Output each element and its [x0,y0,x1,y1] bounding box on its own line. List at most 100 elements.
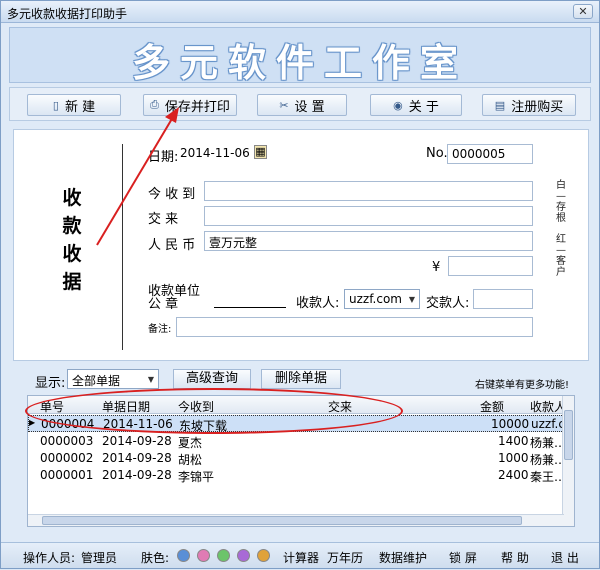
col-amount[interactable]: 金额 [480,398,504,415]
cell-date: 2014-09-28 [102,468,172,482]
remark-field[interactable] [176,317,533,337]
show-select[interactable]: 全部单据 ▼ [67,369,159,389]
show-value: 全部单据 [72,374,121,388]
side-note-white: 白—存根 [556,180,566,224]
vertical-scrollbar[interactable] [562,396,574,526]
cell-amount: 1400 [498,434,529,448]
payee-value: uzzf.com [349,292,402,306]
no-field[interactable]: 0000005 [447,144,533,164]
cell-date: 2014-09-28 [102,451,172,465]
register-icon: ▤ [494,98,506,112]
payee-select[interactable]: uzzf.com ▼ [344,289,420,309]
about-button[interactable]: ◉ 关 于 [370,94,462,116]
lock-screen-link[interactable]: 锁 屏 [449,549,477,566]
register-label: 注册购买 [511,99,564,115]
title-char-1: 收 [62,187,82,209]
yen-field[interactable] [448,256,533,276]
delete-button[interactable]: 删除单据 [261,369,341,389]
banner: 多元软件工作室 [9,27,591,85]
chevron-down-icon: ▼ [147,375,154,384]
window-title: 多元收款收据打印助手 [7,7,128,21]
calendar-link[interactable]: 万年历 [327,549,363,566]
context-menu-hint: 右键菜单有更多功能! [475,380,570,391]
settings-label: 设 置 [294,99,325,115]
skin-color-pink[interactable] [197,549,210,562]
tools-icon: ✂ [279,98,289,112]
cell-amount: 1000 [498,451,529,465]
cell-from: 李锦平 [178,470,215,484]
new-button[interactable]: ▯ 新 建 [27,94,121,116]
cell-payee: 秦王… [530,470,564,484]
receipt-vertical-title: 收 款 收 据 [52,184,92,296]
cell-payee: uzzf.c [531,417,565,431]
payer-label: 交款人: [426,296,470,311]
banner-title: 多元软件工作室 [131,40,468,85]
pay-for-field[interactable] [204,206,533,226]
data-maintenance-link[interactable]: 数据维护 [379,549,427,566]
highlight-ellipse [25,388,403,434]
close-button[interactable]: ✕ [573,4,593,19]
cell-payee: 杨兼… [530,453,564,467]
horizontal-scrollbar[interactable] [28,514,564,526]
register-button[interactable]: ▤ 注册购买 [482,94,576,116]
horizontal-scroll-thumb[interactable] [42,516,522,525]
main-window: 多元收款收据打印助手 ✕ 多元软件工作室 ▯ 新 建 ⎙ 保存并打印 ✂ 设 置… [0,0,600,569]
help-link[interactable]: 帮 助 [501,549,529,566]
skin-color-blue[interactable] [177,549,190,562]
yen-label: ¥ [432,260,441,275]
cell-from: 夏杰 [178,436,203,450]
rmb-value: 壹万元整 [209,236,258,250]
receive-from-field[interactable] [204,181,533,201]
advanced-search-button[interactable]: 高级查询 [173,369,251,389]
payer-field[interactable] [473,289,533,309]
table-row[interactable]: 0000002 2014-09-28 胡松 1000 杨兼… [28,450,564,467]
status-bar: 操作人员: 管理员 肤色: 计算器 万年历 数据维护 锁 屏 帮 助 退 出 [1,542,599,568]
cell-from: 胡松 [178,453,203,467]
new-button-label: 新 建 [64,99,96,115]
new-document-icon: ▯ [52,98,59,112]
remark-label: 备注: [148,324,172,335]
table-row[interactable]: 0000001 2014-09-28 李锦平 2400 秦王… [28,467,564,484]
cell-date: 2014-09-28 [102,434,172,448]
operator-value: 管理员 [81,551,118,565]
skin-color-orange[interactable] [257,549,270,562]
pay-for-label: 交 来 [148,212,179,227]
exit-link[interactable]: 退 出 [551,549,579,566]
title-char-4: 据 [62,271,82,293]
receipt-form: 收 款 收 据 日期: 2014-11-06 ▦ No. 0000005 今 收… [13,129,589,361]
receive-from-label: 今 收 到 [148,187,196,202]
cell-no: 0000003 [40,434,94,448]
operator-label: 操作人员: [23,551,76,565]
toolbar: ▯ 新 建 ⎙ 保存并打印 ✂ 设 置 ◉ 关 于 ▤ 注册购买 [9,87,591,121]
cell-payee: 杨兼… [530,436,564,450]
title-char-3: 收 [62,243,82,265]
title-bar: 多元收款收据打印助手 ✕ [1,1,599,23]
skin-label: 肤色: [141,551,170,565]
table-row[interactable]: 0000003 2014-09-28 夏杰 1400 杨兼… [28,433,564,450]
divider-line [122,144,123,350]
rmb-label: 人 民 币 [148,238,196,253]
calendar-icon[interactable]: ▦ [254,145,267,159]
seal-underline [214,307,286,308]
cell-no: 0000001 [40,468,94,482]
vertical-scroll-thumb[interactable] [564,410,573,460]
settings-button[interactable]: ✂ 设 置 [257,94,347,116]
cell-no: 0000002 [40,451,94,465]
side-note-red: 红—客户 [556,234,566,278]
title-char-2: 款 [62,215,82,237]
show-label: 显示: [35,376,66,391]
rmb-field[interactable]: 壹万元整 [204,231,533,251]
date-label: 日期: [148,150,179,165]
info-icon: ◉ [393,98,403,112]
no-label: No. [426,146,448,161]
date-value: 2014-11-06 [180,146,250,160]
cell-amount: 2400 [498,468,529,482]
row-pointer-icon: ▶ [29,418,36,427]
payee-label: 收款人: [296,296,340,311]
calculator-link[interactable]: 计算器 [283,549,319,566]
skin-color-green[interactable] [217,549,230,562]
save-print-button[interactable]: ⎙ 保存并打印 [143,94,237,116]
col-payee[interactable]: 收款人 [530,398,566,415]
cell-amount: 10000 [491,417,530,431]
skin-color-purple[interactable] [237,549,250,562]
